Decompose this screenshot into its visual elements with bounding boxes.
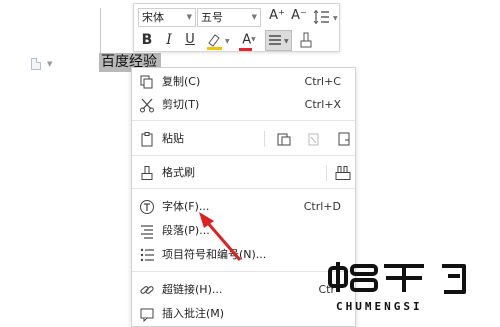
watermark-text: CHUMENGSI: [336, 300, 423, 313]
watermark-logo: CHUMENGSI: [328, 262, 466, 313]
